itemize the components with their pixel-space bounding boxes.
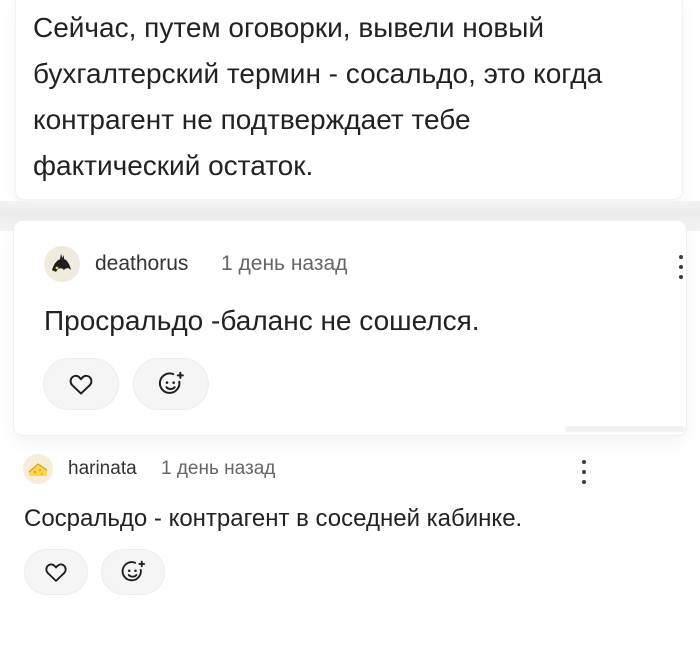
comment-time: 1 день назад	[161, 458, 276, 479]
like-button[interactable]	[24, 549, 88, 595]
comment-text: Просральдо -баланс не сошелся.	[44, 305, 480, 336]
more-options-button[interactable]	[577, 457, 591, 489]
avatar-image	[23, 454, 53, 484]
post-line-1: Сейчас, путем оговорки, вывели новый	[33, 12, 544, 43]
post-line-2: бухгалтерский термин - сосальдо, это ког…	[33, 58, 603, 89]
heart-icon	[69, 374, 93, 395]
more-options-button[interactable]	[674, 252, 688, 284]
separator-line	[565, 426, 685, 432]
avatar[interactable]	[23, 454, 53, 484]
comment-author-harinata[interactable]: harinata	[68, 458, 137, 480]
avatar[interactable]	[44, 246, 80, 282]
comment-text: Сосральдо - контрагент в соседней кабинк…	[24, 505, 523, 532]
avatar-image	[44, 246, 80, 282]
post-line-3: контрагент не подтверждает тебе	[33, 104, 471, 135]
post-line-4: фактический остаток.	[33, 150, 314, 181]
heart-icon	[45, 563, 67, 582]
add-reaction-button[interactable]	[101, 549, 165, 595]
add-reaction-button[interactable]	[133, 358, 209, 410]
like-button[interactable]	[43, 358, 119, 410]
add-reaction-icon	[121, 560, 146, 582]
comment-author-deathorus[interactable]: deathorus	[95, 252, 188, 276]
add-reaction-icon	[158, 371, 184, 394]
comment-time: 1 день назад	[221, 252, 348, 275]
post-body: Сейчас, путем оговорки, вывели новый бух…	[33, 5, 653, 189]
